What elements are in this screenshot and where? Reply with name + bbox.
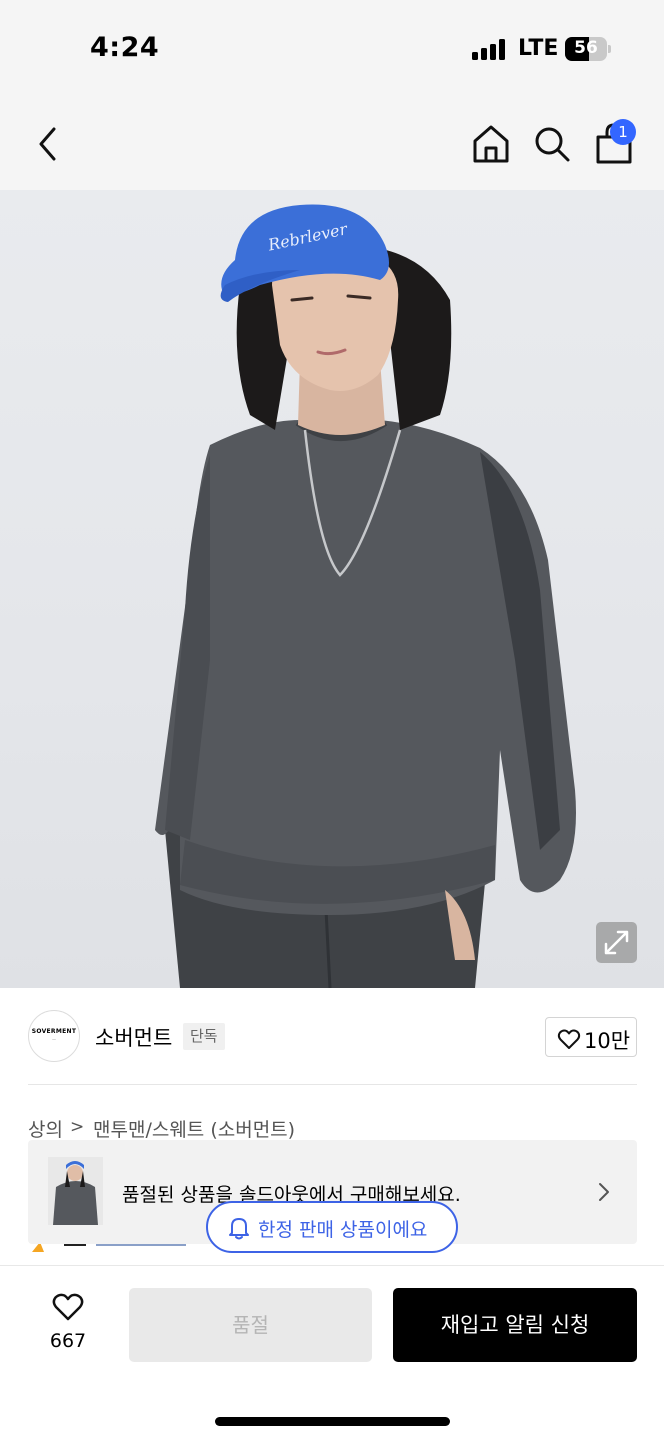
breadcrumb-item-category[interactable]: 상의 xyxy=(28,1115,63,1142)
home-indicator xyxy=(215,1417,450,1426)
cart-count-badge: 1 xyxy=(610,119,636,145)
breadcrumb-separator: > xyxy=(70,1117,85,1137)
brand-like-count: 10만 xyxy=(584,1029,631,1053)
product-image[interactable]: Rebrlever xyxy=(0,190,664,988)
expand-image-button[interactable] xyxy=(596,922,637,963)
limited-sale-text: 한정 판매 상품이에요 xyxy=(258,1219,428,1241)
chevron-left-icon xyxy=(39,127,56,161)
brand-logo-subline: — xyxy=(52,1037,56,1042)
product-photo: Rebrlever xyxy=(155,204,576,988)
bottom-bar-divider xyxy=(0,1265,664,1266)
search-icon xyxy=(535,127,570,162)
brand-logo-text: SOVERMENT xyxy=(31,1028,77,1035)
home-icon xyxy=(473,125,509,163)
exclusive-tag: 단독 xyxy=(183,1023,225,1050)
expand-icon xyxy=(604,930,629,955)
brand-logo[interactable]: SOVERMENT — xyxy=(28,1010,80,1062)
battery-icon: 56 xyxy=(565,37,607,61)
signal-icon xyxy=(472,38,508,60)
limited-sale-badge: 한정 판매 상품이에요 xyxy=(206,1201,458,1253)
breadcrumb-item-subcategory[interactable]: 맨투맨/스웨트 (소버먼트) xyxy=(93,1115,295,1142)
battery-level: 56 xyxy=(574,38,598,58)
wishlist-count: 667 xyxy=(49,1330,87,1352)
battery-tip xyxy=(608,45,611,53)
restock-alert-button[interactable]: 재입고 알림 신청 xyxy=(393,1288,637,1362)
status-bar: 4:24 LTE 56 xyxy=(0,0,664,100)
search-button[interactable] xyxy=(532,122,572,166)
heart-outline-icon xyxy=(557,1029,581,1049)
divider xyxy=(28,1084,637,1085)
status-time: 4:24 xyxy=(90,32,160,63)
home-button[interactable] xyxy=(470,122,512,166)
back-button[interactable] xyxy=(30,124,66,164)
wishlist-button[interactable]: 667 xyxy=(38,1288,98,1358)
brand-like-button[interactable]: 10만 xyxy=(545,1017,637,1057)
network-type: LTE xyxy=(518,36,559,61)
soldout-thumbnail xyxy=(48,1157,103,1225)
top-nav-bar xyxy=(0,100,664,190)
soldout-button[interactable]: 품절 xyxy=(129,1288,372,1362)
brand-name[interactable]: 소버먼트 xyxy=(95,1022,172,1052)
chevron-right-icon xyxy=(597,1181,611,1203)
heart-outline-icon xyxy=(52,1293,84,1321)
bell-icon xyxy=(229,1218,249,1240)
